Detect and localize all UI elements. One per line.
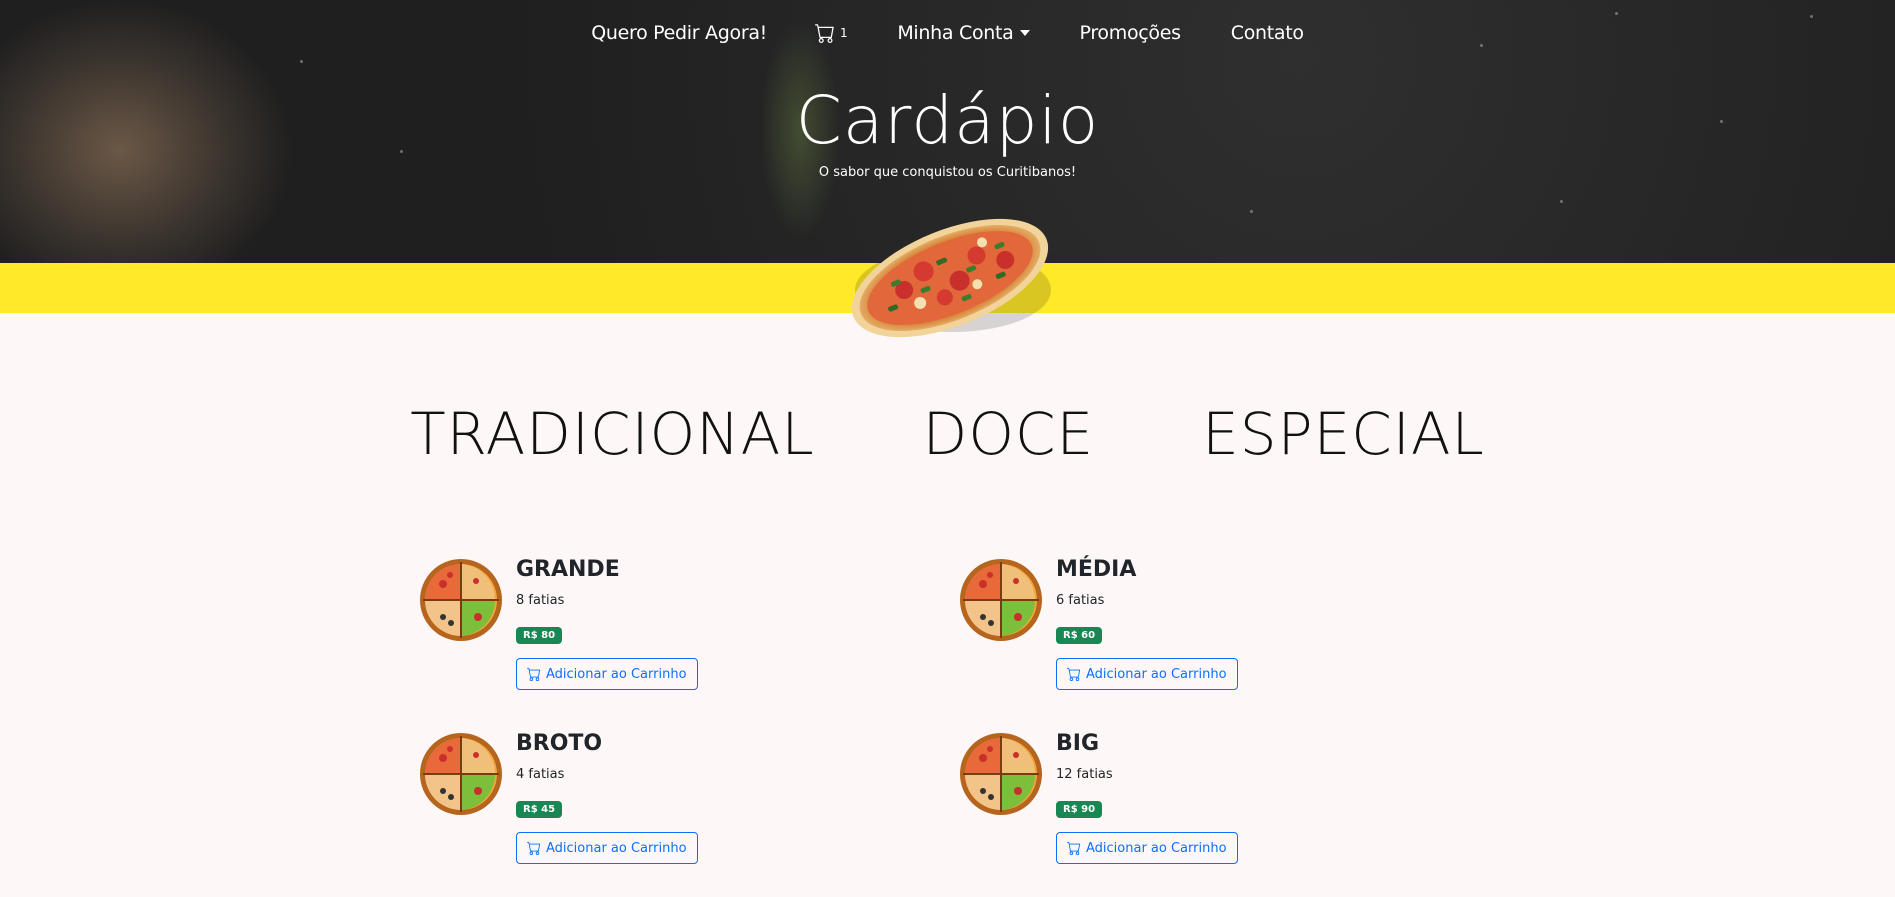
cart-icon — [527, 667, 541, 681]
add-to-cart-label: Adicionar ao Carrinho — [1086, 840, 1227, 856]
add-to-cart-button[interactable]: Adicionar ao Carrinho — [1056, 658, 1238, 690]
add-to-cart-label: Adicionar ao Carrinho — [1086, 666, 1227, 682]
cart-icon — [1067, 841, 1081, 855]
main-nav: Quero Pedir Agora! 1 Minha Conta Promoçõ… — [0, 22, 1895, 44]
caret-down-icon — [1019, 30, 1030, 36]
product-name: GRANDE — [516, 557, 620, 582]
price-badge: R$ 90 — [1056, 801, 1103, 818]
add-to-cart-button[interactable]: Adicionar ao Carrinho — [516, 658, 698, 690]
cart-link[interactable]: 1 — [815, 23, 848, 43]
category-tabs: TRADICIONAL DOCE ESPECIAL — [0, 400, 1895, 468]
pizza-icon — [420, 559, 502, 641]
price-badge: R$ 60 — [1056, 627, 1103, 644]
product-card: MÉDIA 6 fatias R$ 60 Adicionar ao Carrin… — [958, 557, 1338, 707]
page-subtitle: O sabor que conquistou os Curitibanos! — [818, 165, 1077, 180]
pizza-icon — [960, 733, 1042, 815]
product-slices: 6 fatias — [1056, 593, 1105, 608]
add-to-cart-button[interactable]: Adicionar ao Carrinho — [516, 832, 698, 864]
cart-count: 1 — [840, 26, 848, 40]
pizza-icon — [960, 559, 1042, 641]
product-name: BIG — [1056, 731, 1100, 756]
price-badge: R$ 80 — [516, 627, 563, 644]
add-to-cart-label: Adicionar ao Carrinho — [546, 666, 687, 682]
add-to-cart-label: Adicionar ao Carrinho — [546, 840, 687, 856]
product-name: MÉDIA — [1056, 557, 1137, 582]
pizza-icon — [420, 733, 502, 815]
product-card: GRANDE 8 fatias R$ 80 Adicionar ao Carri… — [418, 557, 798, 707]
tab-especial[interactable]: ESPECIAL — [1202, 400, 1485, 468]
pizza-hero-image — [851, 218, 1051, 338]
product-slices: 12 fatias — [1056, 767, 1113, 782]
account-label: Minha Conta — [897, 22, 1014, 44]
order-now-link[interactable]: Quero Pedir Agora! — [591, 22, 767, 44]
account-dropdown[interactable]: Minha Conta — [897, 22, 1030, 44]
tab-doce[interactable]: DOCE — [923, 400, 1094, 468]
contact-link[interactable]: Contato — [1231, 22, 1304, 44]
price-badge: R$ 45 — [516, 801, 563, 818]
product-slices: 4 fatias — [516, 767, 565, 782]
product-name: BROTO — [516, 731, 603, 756]
product-slices: 8 fatias — [516, 593, 565, 608]
product-card: BIG 12 fatias R$ 90 Adicionar ao Carrinh… — [958, 731, 1338, 881]
cart-icon — [815, 24, 834, 43]
promotions-link[interactable]: Promoções — [1080, 22, 1182, 44]
cart-icon — [1067, 667, 1081, 681]
tab-tradicional[interactable]: TRADICIONAL — [410, 400, 814, 468]
cart-icon — [527, 841, 541, 855]
add-to-cart-button[interactable]: Adicionar ao Carrinho — [1056, 832, 1238, 864]
page-title: Cardápio — [795, 82, 1100, 159]
product-card: BROTO 4 fatias R$ 45 Adicionar ao Carrin… — [418, 731, 798, 881]
